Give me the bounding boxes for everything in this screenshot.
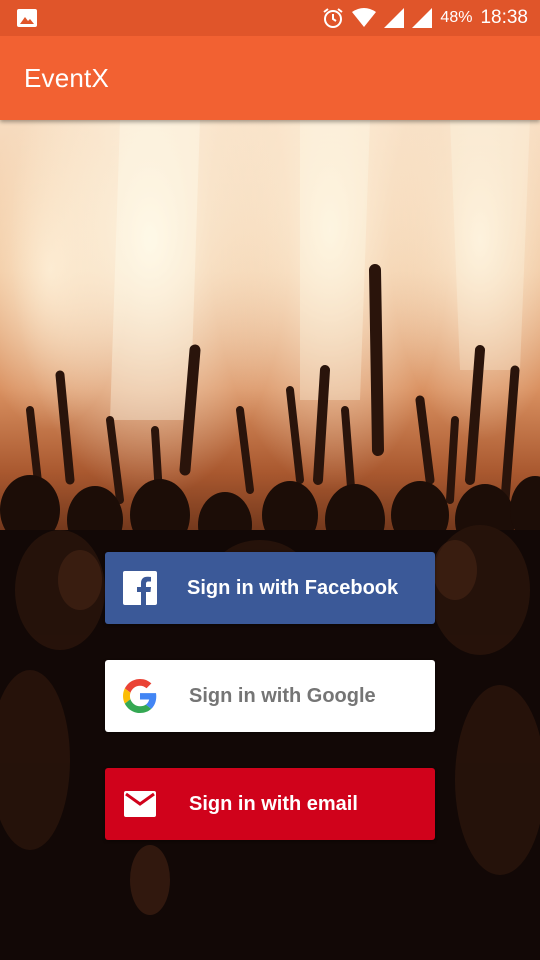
- sign-in-email-button[interactable]: Sign in with email: [105, 768, 435, 840]
- google-button-label: Sign in with Google: [189, 684, 376, 707]
- email-button-label: Sign in with email: [189, 792, 358, 815]
- facebook-icon: [105, 552, 175, 624]
- image-notification-icon: [16, 8, 38, 28]
- clock: 18:38: [480, 7, 528, 28]
- sign-in-facebook-button[interactable]: Sign in with Facebook: [105, 552, 435, 624]
- app-title: EventX: [24, 62, 110, 93]
- alarm-icon: [322, 7, 344, 29]
- google-icon: [105, 660, 175, 732]
- status-bar: 48% 18:38: [0, 0, 540, 36]
- battery-percent: 48%: [440, 9, 473, 26]
- signal-icon-2: [412, 8, 433, 28]
- sign-in-google-button[interactable]: Sign in with Google: [105, 660, 435, 732]
- app-bar: EventX: [0, 36, 540, 120]
- mail-icon: [105, 768, 175, 840]
- wifi-icon: [352, 8, 377, 28]
- login-screen: 48% 18:38 EventX Sign in with Facebook S…: [0, 0, 540, 960]
- signal-icon: [384, 8, 405, 28]
- facebook-button-label: Sign in with Facebook: [187, 576, 399, 599]
